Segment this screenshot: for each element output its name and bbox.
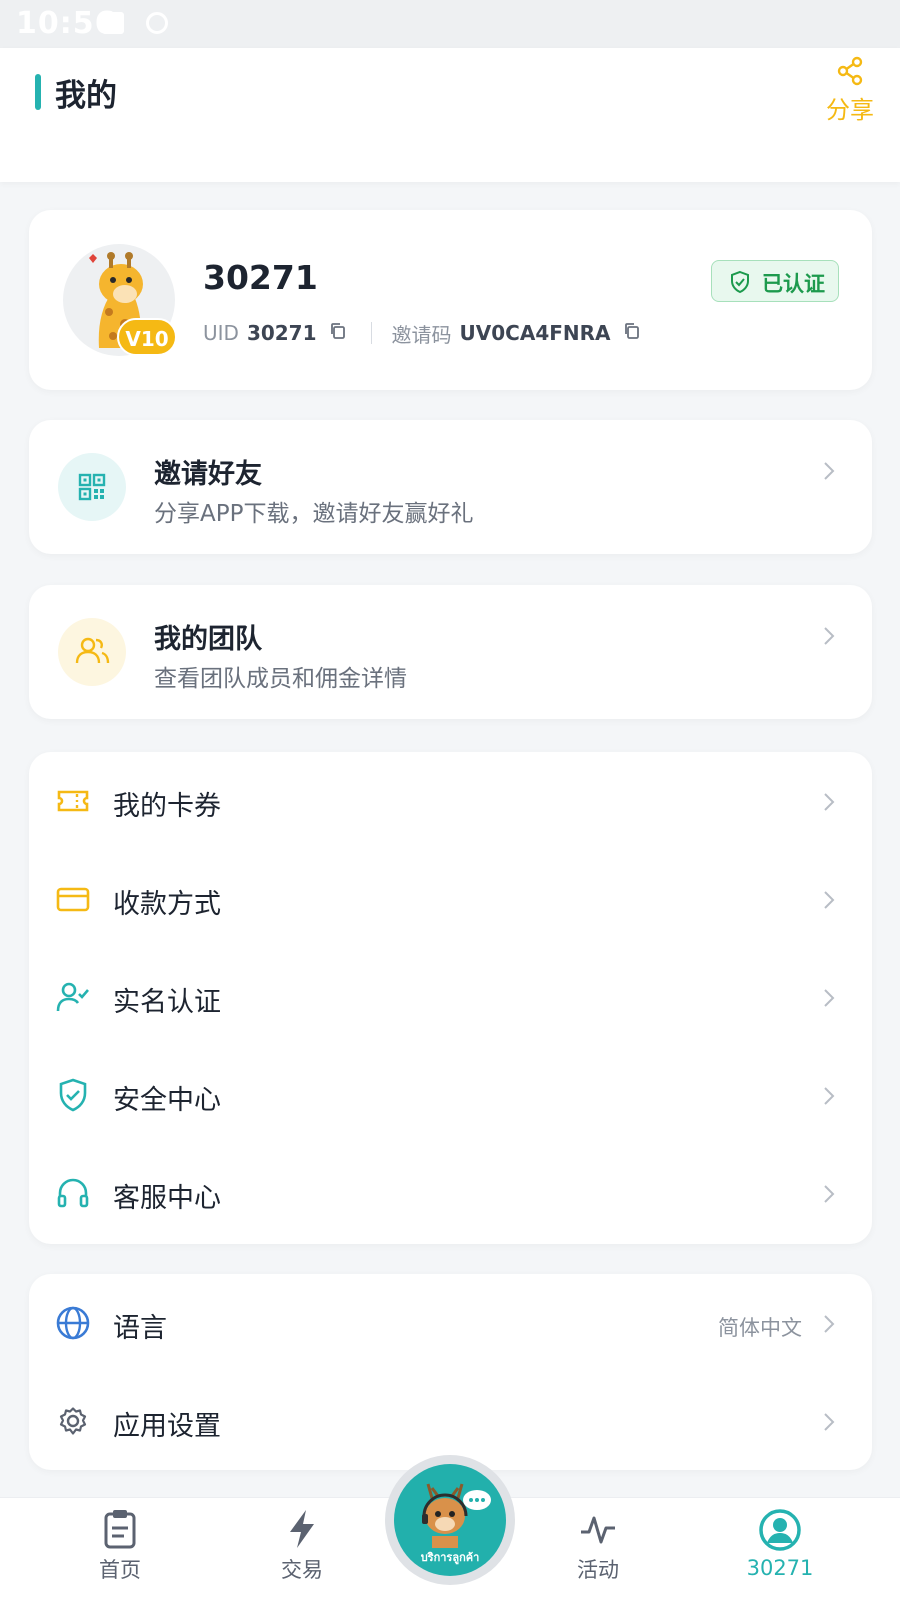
chevron-right-icon [824,627,835,645]
menu-item-label: 我的卡券 [113,791,221,822]
invite-code-value: UV0CA4FNRA [459,321,611,345]
globe-icon [56,1306,90,1340]
uid-row: UID 30271 邀请码 UV0CA4FNRA [203,318,641,348]
my-team-card[interactable]: 我的团队 查看团队成员和佣金详情 [29,585,872,719]
center-button-label: บริการลูกค้า [420,1551,480,1564]
chevron-right-icon [824,462,835,480]
activity-pulse-icon [581,1516,615,1544]
title-accent-bar [35,74,41,110]
copy-invite-code-icon[interactable] [623,321,641,345]
divider [370,322,372,344]
menu-item-payment-methods[interactable]: 收款方式 [29,850,872,948]
invite-friends-subtitle: 分享APP下载，邀请好友赢好礼 [154,501,474,527]
invite-friends-card[interactable]: 邀请好友 分享APP下载，邀请好友赢好礼 [29,420,872,554]
menu-card: 我的卡券 收款方式 实名认证 安全中心 客服中心 [29,752,872,1244]
copy-uid-icon[interactable] [329,321,347,345]
app-settings-label: 应用设置 [113,1411,221,1442]
deer-mascot-icon: บริการลูกค้า [394,1464,506,1576]
nav-item-profile[interactable]: 30271 [720,1508,840,1594]
chevron-right-icon [824,1185,835,1203]
share-icon [837,56,863,86]
invite-friends-title: 邀请好友 [154,459,262,490]
menu-item-label: 收款方式 [113,889,221,920]
uid-label: UID [203,321,239,345]
my-team-title: 我的团队 [154,624,262,655]
menu-item-label: 客服中心 [113,1183,221,1214]
chevron-right-icon [824,891,835,909]
menu-item-language[interactable]: 语言 简体中文 [29,1274,872,1372]
headset-icon [57,1178,89,1208]
chevron-right-icon [824,793,835,811]
invite-code-label: 邀请码 [391,322,452,347]
shield-check-icon [731,270,749,294]
user-circle-icon [759,1509,801,1551]
clipboard-icon [104,1510,136,1549]
chevron-right-icon [824,1087,835,1105]
verified-badge: 已认证 [711,260,839,302]
settings-card: 语言 简体中文 应用设置 [29,1274,872,1470]
nav-label: 交易 [281,1558,323,1582]
nav-item-trade[interactable]: 交易 [242,1508,362,1594]
header [0,48,900,182]
uid-value: 30271 [246,321,317,345]
gear-icon [59,1407,87,1435]
username: 30271 [203,258,318,297]
shield-icon [59,1078,87,1112]
menu-item-label: 实名认证 [113,987,221,1018]
ticket-icon [57,790,89,812]
share-button[interactable]: 分享 [810,56,890,126]
nav-item-home[interactable]: 首页 [60,1508,180,1594]
chevron-right-icon [824,1315,835,1333]
nav-item-activity[interactable]: 活动 [538,1508,658,1594]
menu-item-security-center[interactable]: 安全中心 [29,1046,872,1144]
chevron-right-icon [824,1413,835,1431]
nav-label: 活动 [577,1558,619,1582]
nav-label: 30271 [746,1556,814,1580]
language-value: 简体中文 [718,1316,802,1340]
language-label: 语言 [113,1313,167,1344]
profile-card: V10 30271 已认证 UID 30271 邀请码 UV0CA4FNRA [29,210,872,390]
notification-icon [102,12,124,34]
lightning-icon [290,1510,314,1548]
share-label: 分享 [826,96,874,124]
page-title: 我的 [55,78,117,114]
qr-code-icon [58,453,126,521]
user-check-icon [56,982,89,1012]
nav-label: 首页 [99,1558,141,1582]
customer-service-center-button[interactable]: บริการลูกค้า [385,1455,515,1585]
menu-item-coupons[interactable]: 我的卡券 [29,752,872,850]
team-icon [58,618,126,686]
status-bar: 10:56 [0,0,900,48]
card-icon [56,887,90,912]
verified-label: 已认证 [762,272,825,296]
menu-item-customer-service[interactable]: 客服中心 [29,1144,872,1242]
menu-item-identity-verification[interactable]: 实名认证 [29,948,872,1046]
menu-item-label: 安全中心 [113,1085,221,1116]
sync-icon [146,12,168,34]
vip-level-badge: V10 [117,318,177,356]
my-team-subtitle: 查看团队成员和佣金详情 [154,666,407,692]
chevron-right-icon [824,989,835,1007]
